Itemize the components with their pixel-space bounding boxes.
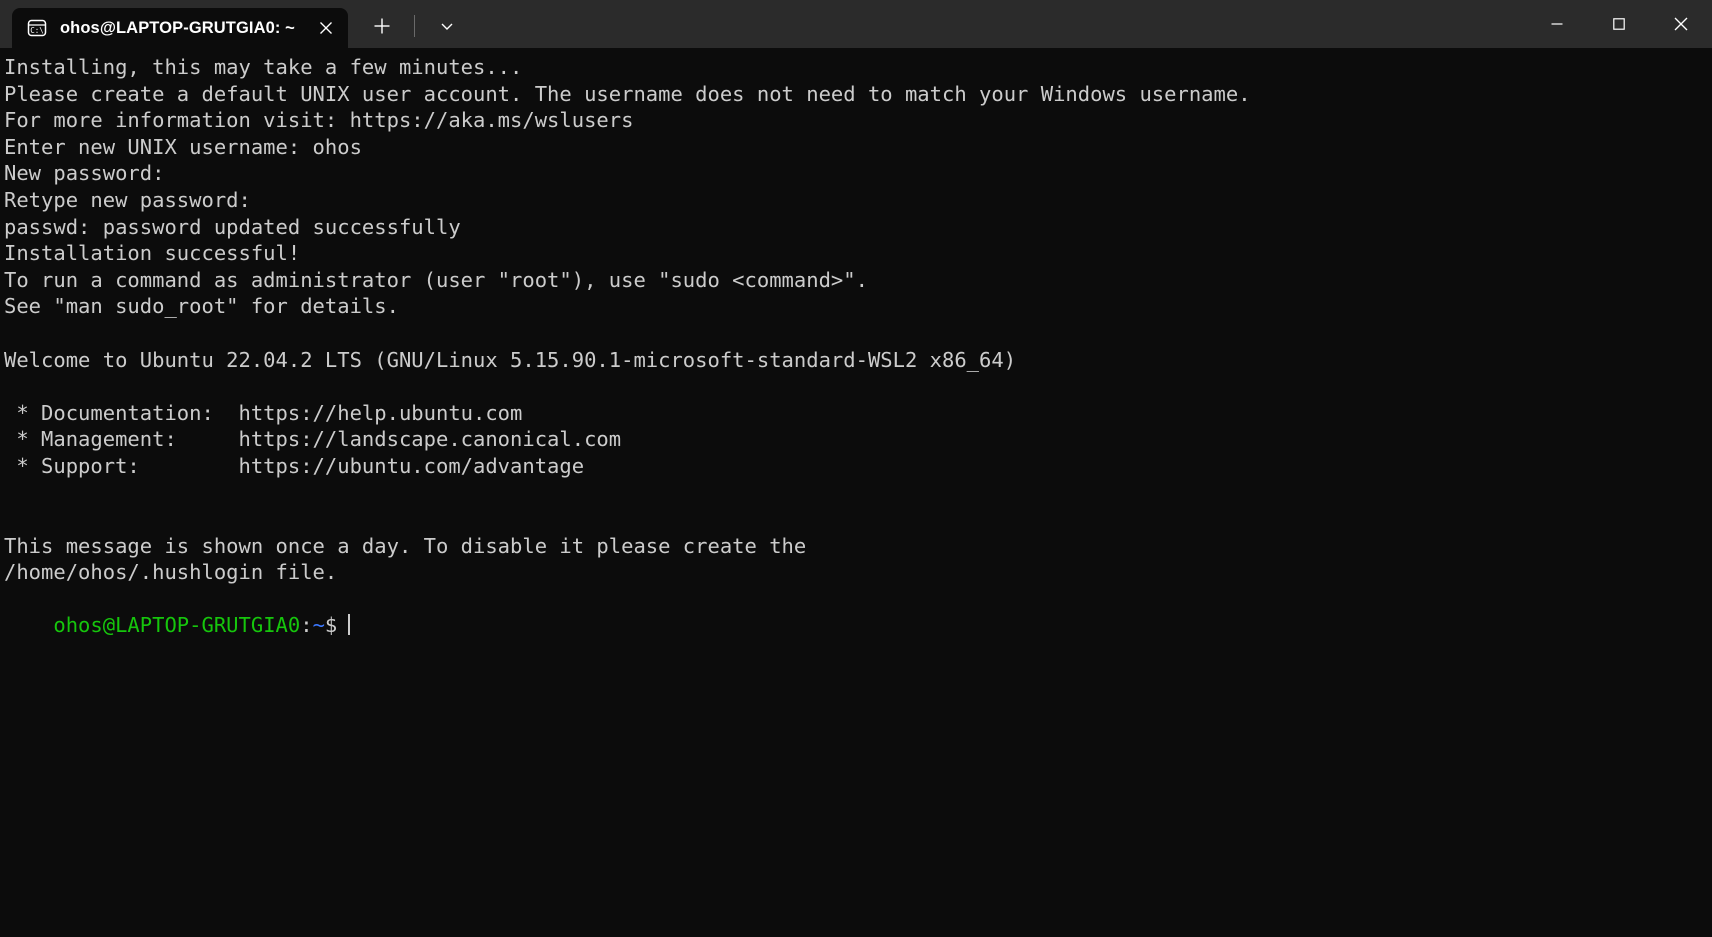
- terminal-line: * Documentation: https://help.ubuntu.com: [4, 400, 523, 425]
- prompt-separator: :: [300, 613, 313, 638]
- prompt-symbol: $: [324, 613, 338, 638]
- terminal-output[interactable]: Installing, this may take a few minutes.…: [0, 48, 1712, 937]
- svg-text:C:\: C:\: [30, 26, 44, 35]
- terminal-line: See "man sudo_root" for details.: [4, 294, 399, 319]
- maximize-icon: [1613, 18, 1625, 30]
- toolbar-separator: [413, 15, 415, 37]
- prompt-path: ~: [312, 613, 325, 638]
- tab-title: ohos@LAPTOP-GRUTGIA0: ~: [60, 18, 295, 37]
- terminal-line: passwd: password updated successfully: [4, 214, 461, 239]
- terminal-line: This message is shown once a day. To dis…: [4, 533, 807, 558]
- minimize-button[interactable]: [1526, 0, 1588, 48]
- maximize-button[interactable]: [1588, 0, 1650, 48]
- terminal-line: Installing, this may take a few minutes.…: [4, 55, 523, 79]
- terminal-line: /home/ohos/.hushlogin file.: [4, 560, 338, 585]
- terminal-line: New password:: [4, 161, 165, 186]
- title-bar: C:\ ohos@LAPTOP-GRUTGIA0: ~: [0, 0, 1712, 48]
- new-tab-button[interactable]: [362, 6, 402, 46]
- terminal-line: Retype new password:: [4, 187, 251, 212]
- terminal-scrollback: Installing, this may take a few minutes.…: [4, 54, 1712, 586]
- close-icon: [319, 22, 332, 34]
- tab-close-button[interactable]: [309, 11, 343, 45]
- window-controls: [1526, 0, 1712, 48]
- shell-prompt-line: ohos@LAPTOP-GRUTGIA0:~$: [4, 586, 1712, 637]
- terminal-line: For more information visit: https://aka.…: [4, 108, 634, 133]
- close-icon: [1674, 17, 1688, 31]
- plus-icon: [374, 18, 390, 34]
- terminal-line: Welcome to Ubuntu 22.04.2 LTS (GNU/Linux…: [4, 347, 1017, 372]
- terminal-line: * Management: https://landscape.canonica…: [4, 427, 622, 452]
- text-cursor: [348, 614, 351, 636]
- terminal-line: * Support: https://ubuntu.com/advantage: [4, 453, 585, 478]
- window-close-button[interactable]: [1650, 0, 1712, 48]
- new-tab-dropdown-button[interactable]: [427, 6, 467, 46]
- terminal-line: Installation successful!: [4, 241, 301, 266]
- terminal-tab[interactable]: C:\ ohos@LAPTOP-GRUTGIA0: ~: [12, 8, 348, 48]
- chevron-down-icon: [441, 23, 453, 30]
- prompt-user-host: ohos@LAPTOP-GRUTGIA0: [53, 613, 301, 638]
- terminal-line: Please create a default UNIX user accoun…: [4, 81, 1251, 106]
- console-cmd-icon: C:\: [26, 17, 48, 39]
- terminal-line: To run a command as administrator (user …: [4, 267, 868, 292]
- minimize-icon: [1551, 23, 1563, 25]
- terminal-line: Enter new UNIX username: ohos: [4, 134, 362, 159]
- tab-strip: C:\ ohos@LAPTOP-GRUTGIA0: ~: [0, 0, 467, 48]
